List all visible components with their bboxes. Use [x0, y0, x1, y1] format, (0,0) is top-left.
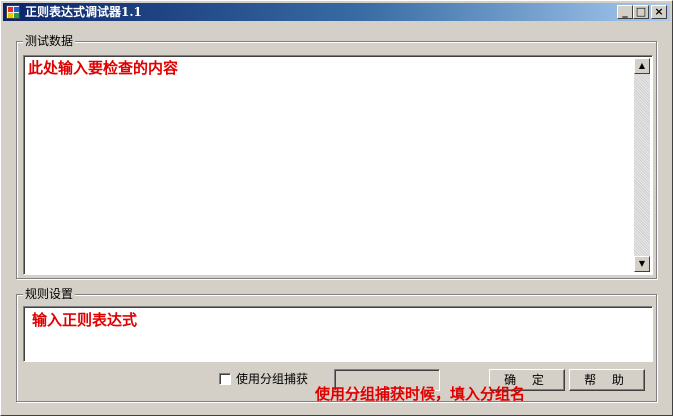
group-capture-hint: 使用分组捕获时候，填入分组名: [315, 385, 526, 403]
maximize-button[interactable]: □: [633, 5, 649, 19]
close-button[interactable]: ×: [651, 5, 667, 19]
scroll-up-button[interactable]: ▲: [634, 58, 650, 74]
use-group-capture-checkbox[interactable]: [219, 373, 231, 385]
vertical-scrollbar[interactable]: ▲ ▼: [634, 58, 650, 272]
use-group-capture-label[interactable]: 使用分组捕获: [236, 372, 308, 386]
close-icon: ×: [654, 5, 664, 18]
app-icon-blue-square: [14, 7, 19, 12]
regex-input[interactable]: 输入正则表达式: [23, 306, 653, 362]
app-icon-yellow-square: [8, 13, 13, 18]
test-data-content: 此处输入要检查的内容: [28, 59, 179, 77]
maximize-icon: □: [635, 5, 647, 18]
test-data-group: 测试数据 此处输入要检查的内容 ▲ ▼: [16, 34, 657, 279]
arrow-down-icon: ▼: [638, 259, 646, 268]
title-bar[interactable]: 正则表达式调试器1.1 _ □ ×: [3, 3, 670, 21]
minimize-icon: _: [622, 5, 628, 18]
app-icon[interactable]: [6, 5, 20, 19]
app-icon-green-square: [14, 13, 19, 18]
help-button[interactable]: 帮 助: [569, 369, 645, 391]
arrow-up-icon: ▲: [638, 61, 646, 70]
regex-input-value: 输入正则表达式: [32, 311, 138, 329]
app-icon-red-square: [8, 7, 13, 12]
test-data-textarea[interactable]: 此处输入要检查的内容 ▲ ▼: [23, 55, 653, 275]
test-data-group-label: 测试数据: [23, 34, 76, 48]
minimize-button[interactable]: _: [617, 5, 633, 19]
rules-group-label: 规则设置: [23, 287, 76, 301]
main-window: 正则表达式调试器1.1 _ □ × 测试数据 此处输入要检查的内容 ▲ ▼ 规则…: [0, 0, 673, 416]
window-title: 正则表达式调试器1.1: [25, 5, 142, 19]
scroll-down-button[interactable]: ▼: [634, 256, 650, 272]
